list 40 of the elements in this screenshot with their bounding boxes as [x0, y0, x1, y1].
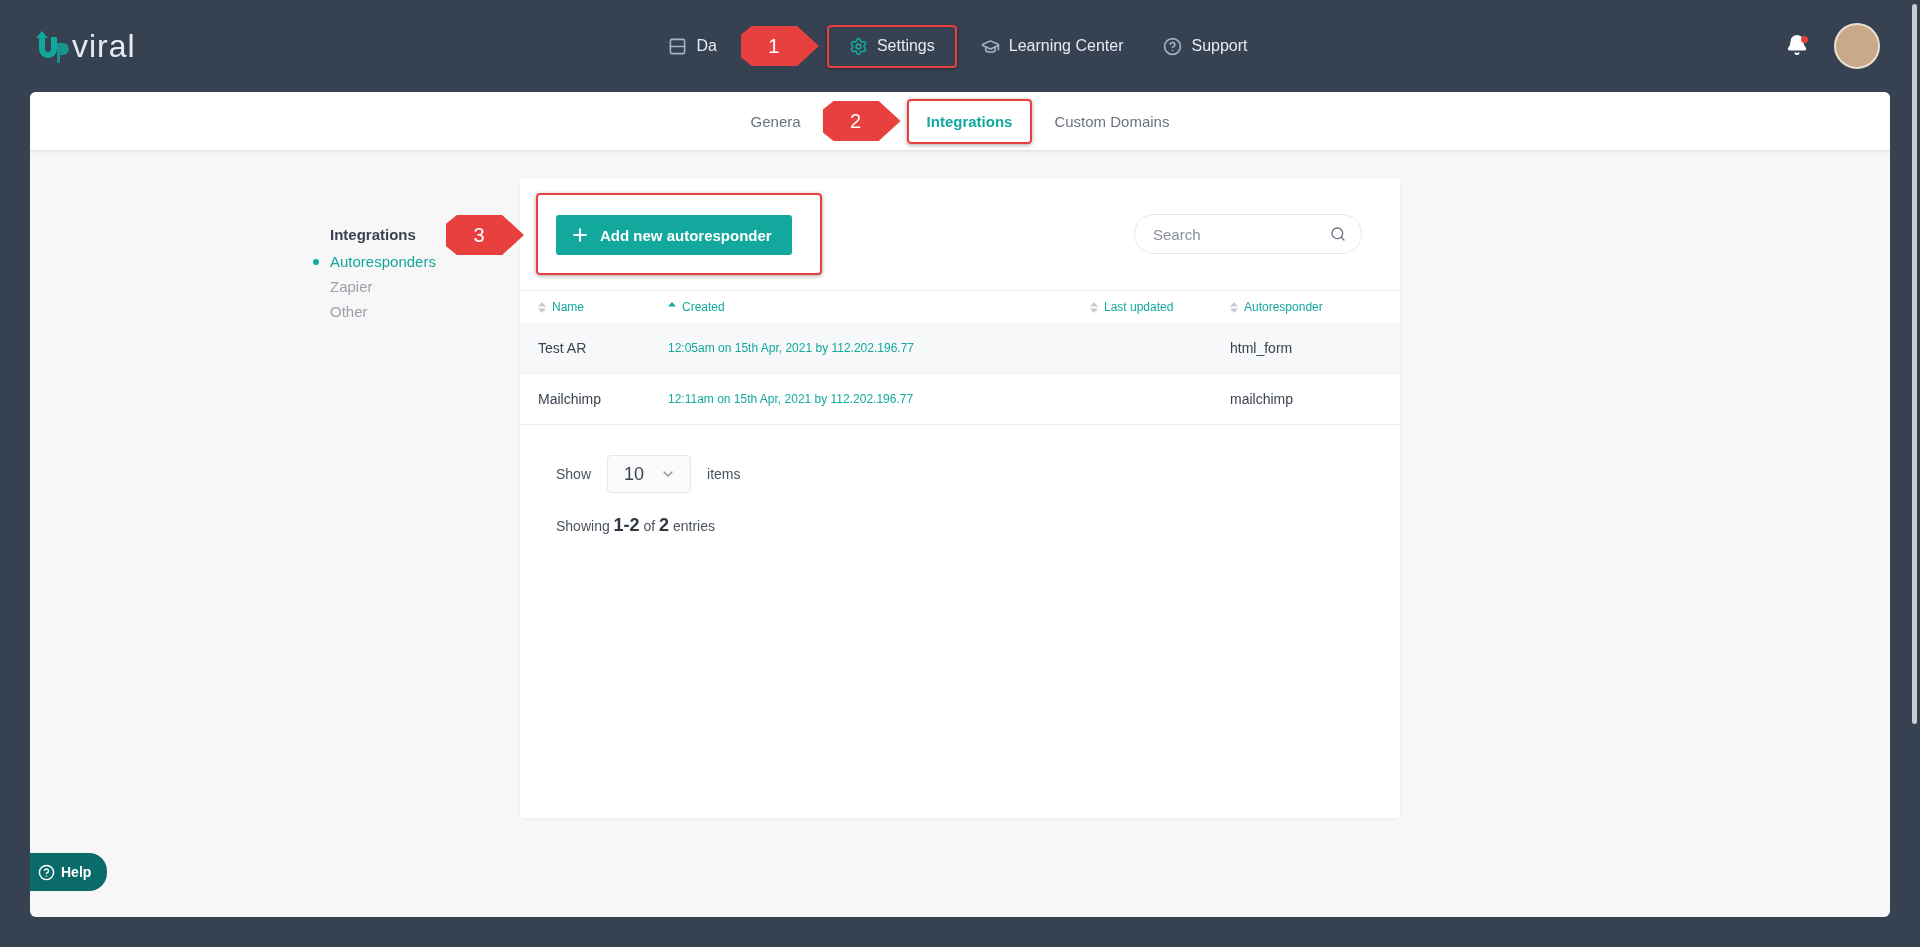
items-label: items [707, 466, 741, 482]
column-header[interactable]: Name [538, 300, 668, 314]
step-callout: 2 [822, 101, 901, 141]
step-callout: 3 [446, 215, 524, 255]
sidebar-title: Integrations [330, 226, 416, 243]
page-size-select[interactable]: 10 [607, 455, 692, 493]
table-cell-text: Mailchimp [538, 391, 602, 407]
nav-link[interactable]: Da [652, 26, 733, 66]
notification-bell-icon[interactable] [1786, 34, 1808, 58]
active-dot [313, 259, 319, 265]
logo-text: viral [72, 27, 136, 65]
help-icon [38, 863, 55, 881]
add-autoresponder-button[interactable]: Add new autoresponder [556, 215, 792, 255]
step-callout: 1 [740, 26, 819, 66]
column-header[interactable]: Last updated [1090, 300, 1230, 314]
settings-tab[interactable]: Genera [734, 102, 817, 140]
table-cell-text: 12:05am on 15th Apr, 2021 by 112.202.196.77 [668, 341, 915, 355]
settings-tab[interactable]: Integrations [910, 102, 1029, 140]
plus-icon [570, 225, 590, 245]
scrollbar[interactable] [1912, 4, 1917, 724]
show-label: Show [556, 466, 592, 482]
table-cell-text: html_form [1230, 340, 1294, 356]
nav-link[interactable]: Settings [832, 26, 951, 66]
table-cell-text: 12:11am on 15th Apr, 2021 by 112.202.196.77 [668, 392, 915, 406]
nav-link[interactable]: Support [1147, 26, 1264, 66]
column-header[interactable]: Autoresponder [1230, 300, 1382, 314]
sidebar-item[interactable]: Zapier [330, 278, 373, 295]
user-avatar[interactable] [1834, 23, 1880, 69]
sidebar-item[interactable]: Other [330, 303, 368, 320]
search-field[interactable]: Search [1134, 214, 1362, 254]
nav-link[interactable]: Learning Center [964, 26, 1140, 66]
sidebar-item[interactable]: Autoresponders [330, 253, 436, 270]
help-button[interactable]: Help [30, 853, 108, 891]
settings-tab[interactable]: Custom Domains [1038, 102, 1186, 140]
search-icon [1330, 226, 1346, 242]
table-cell-text: Test AR [538, 340, 588, 356]
table-cell-text: mailchimp [1230, 391, 1294, 407]
entries-summary: Showing 1-2 of 2 entries [556, 515, 716, 536]
column-header[interactable]: Created [668, 300, 1090, 314]
logo-icon [36, 29, 70, 63]
